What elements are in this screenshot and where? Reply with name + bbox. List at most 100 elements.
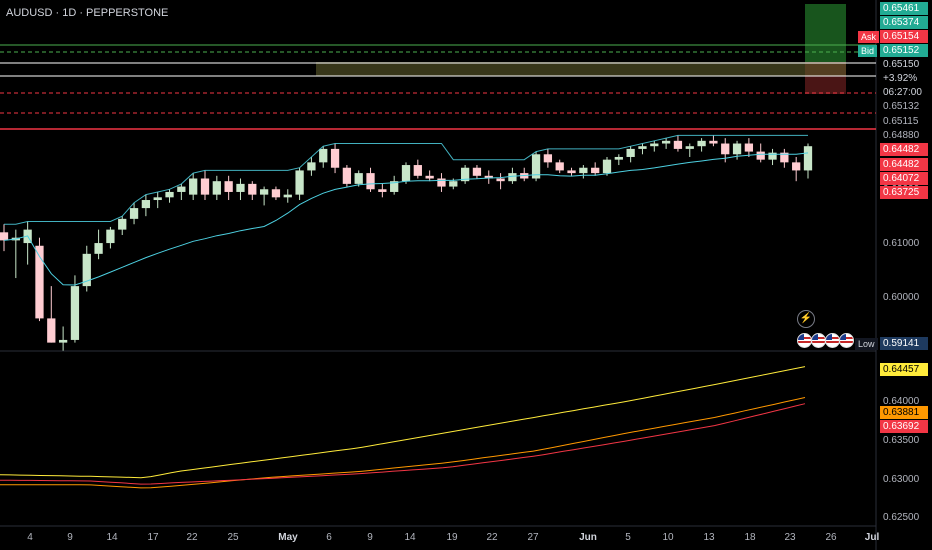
candle-down bbox=[567, 170, 576, 174]
candle-up bbox=[106, 229, 115, 244]
x-axis-label: May bbox=[278, 532, 298, 543]
x-axis-label: 17 bbox=[147, 532, 159, 543]
x-axis-label: Jun bbox=[579, 532, 597, 543]
indicator-marker: 0.64457 bbox=[880, 363, 928, 376]
candle-down bbox=[248, 183, 257, 195]
price-marker: 0.65132 bbox=[883, 101, 920, 112]
candle-up bbox=[803, 146, 813, 171]
candle-up bbox=[189, 178, 198, 195]
price-marker: 0.65461 bbox=[880, 2, 928, 15]
us-flag-icon[interactable] bbox=[811, 333, 826, 348]
candle-up bbox=[259, 189, 269, 195]
x-axis-label: 6 bbox=[326, 532, 332, 543]
price-marker: 0.64880 bbox=[883, 130, 920, 141]
x-axis-label: 22 bbox=[186, 532, 198, 543]
candle-down bbox=[271, 189, 281, 198]
candle-up bbox=[283, 194, 292, 198]
candle-up bbox=[650, 143, 659, 147]
candle-down bbox=[200, 178, 210, 195]
x-axis-label: 9 bbox=[67, 532, 73, 543]
candle-up bbox=[177, 186, 186, 192]
candle-down bbox=[47, 318, 56, 343]
x-axis-label: 13 bbox=[703, 532, 715, 543]
candle-down bbox=[673, 140, 683, 149]
price-marker: 0.65154 bbox=[880, 30, 928, 43]
candle-up bbox=[626, 148, 635, 157]
symbol-title[interactable]: AUDUSD · 1D · PEPPERSTONE bbox=[6, 7, 168, 19]
candle-up bbox=[307, 162, 316, 171]
candle-down bbox=[709, 140, 718, 144]
candle-up bbox=[94, 243, 103, 254]
candle-up bbox=[401, 165, 411, 182]
x-axis-label: 27 bbox=[527, 532, 539, 543]
yellow-line bbox=[0, 366, 806, 479]
candle-down bbox=[792, 162, 801, 171]
price-chart[interactable] bbox=[0, 0, 932, 550]
candle-up bbox=[449, 181, 458, 187]
indicator-marker: 0.63881 bbox=[880, 406, 928, 419]
price-tick: 0.61000 bbox=[883, 238, 920, 250]
candle-down bbox=[0, 232, 9, 241]
candle-up bbox=[236, 183, 245, 192]
x-axis-label: 14 bbox=[106, 532, 118, 543]
candle-down bbox=[744, 143, 754, 152]
x-axis-label: Jul bbox=[864, 532, 880, 543]
candle-down bbox=[496, 178, 505, 182]
candle-up bbox=[661, 140, 671, 144]
candle-down bbox=[543, 154, 553, 163]
candle-down bbox=[366, 173, 375, 190]
x-axis-label: 25 bbox=[227, 532, 239, 543]
price-marker: 0.64482 bbox=[880, 158, 928, 171]
candle-down bbox=[378, 189, 387, 192]
candle-down bbox=[591, 167, 600, 174]
x-axis-label: 22 bbox=[486, 532, 498, 543]
candle-down bbox=[437, 178, 446, 187]
candle-up bbox=[319, 148, 328, 163]
price-marker: 0.65115 bbox=[883, 116, 919, 127]
price-marker: 0.65152 bbox=[880, 44, 928, 57]
indicator-tick: 0.62500 bbox=[883, 512, 920, 524]
price-marker: 0.65374 bbox=[880, 16, 928, 29]
candle-down bbox=[413, 165, 422, 176]
indicator-tick: 0.63500 bbox=[883, 435, 920, 446]
low-tag: Low bbox=[855, 338, 878, 350]
x-axis-label: 10 bbox=[662, 532, 674, 543]
x-axis-label: 14 bbox=[404, 532, 416, 543]
price-marker: 0.63725 bbox=[880, 186, 928, 199]
x-axis-label: 19 bbox=[446, 532, 458, 543]
candle-down bbox=[330, 148, 340, 168]
candle-up bbox=[58, 339, 68, 343]
candle-up bbox=[165, 191, 174, 198]
x-axis-label: 5 bbox=[625, 532, 631, 543]
candle-up bbox=[685, 146, 694, 149]
red-line bbox=[0, 403, 806, 485]
price-marker: +3.92% bbox=[883, 73, 918, 84]
price-marker: 06:27:00 bbox=[883, 87, 922, 98]
lightning-icon[interactable]: ⚡ bbox=[797, 310, 815, 328]
candle-up bbox=[602, 159, 612, 174]
candle-down bbox=[555, 162, 564, 171]
bid-tag: Bid bbox=[858, 45, 878, 57]
price-marker: 0.64482 bbox=[880, 143, 928, 156]
candle-up bbox=[638, 146, 647, 149]
candle-down bbox=[472, 167, 482, 176]
us-flag-icon[interactable] bbox=[839, 333, 854, 348]
ask-tag: Ask bbox=[858, 31, 880, 43]
candle-up bbox=[118, 218, 127, 230]
candle-down bbox=[721, 143, 730, 155]
candle-up bbox=[295, 170, 304, 195]
price-tick: 0.60000 bbox=[883, 291, 920, 303]
candle-up bbox=[508, 173, 517, 182]
candle-up bbox=[212, 181, 221, 195]
us-flag-icon[interactable] bbox=[825, 333, 840, 348]
candle-up bbox=[129, 208, 139, 219]
candle-up bbox=[579, 167, 588, 174]
indicator-marker: 0.63692 bbox=[880, 420, 928, 433]
target-zone bbox=[805, 4, 846, 62]
candle-up bbox=[153, 197, 162, 201]
price-marker: 0.64072 bbox=[880, 172, 928, 185]
candle-up bbox=[70, 286, 80, 340]
x-axis-label: 26 bbox=[825, 532, 837, 543]
candle-up bbox=[614, 156, 623, 160]
us-flag-icon[interactable] bbox=[797, 333, 812, 348]
